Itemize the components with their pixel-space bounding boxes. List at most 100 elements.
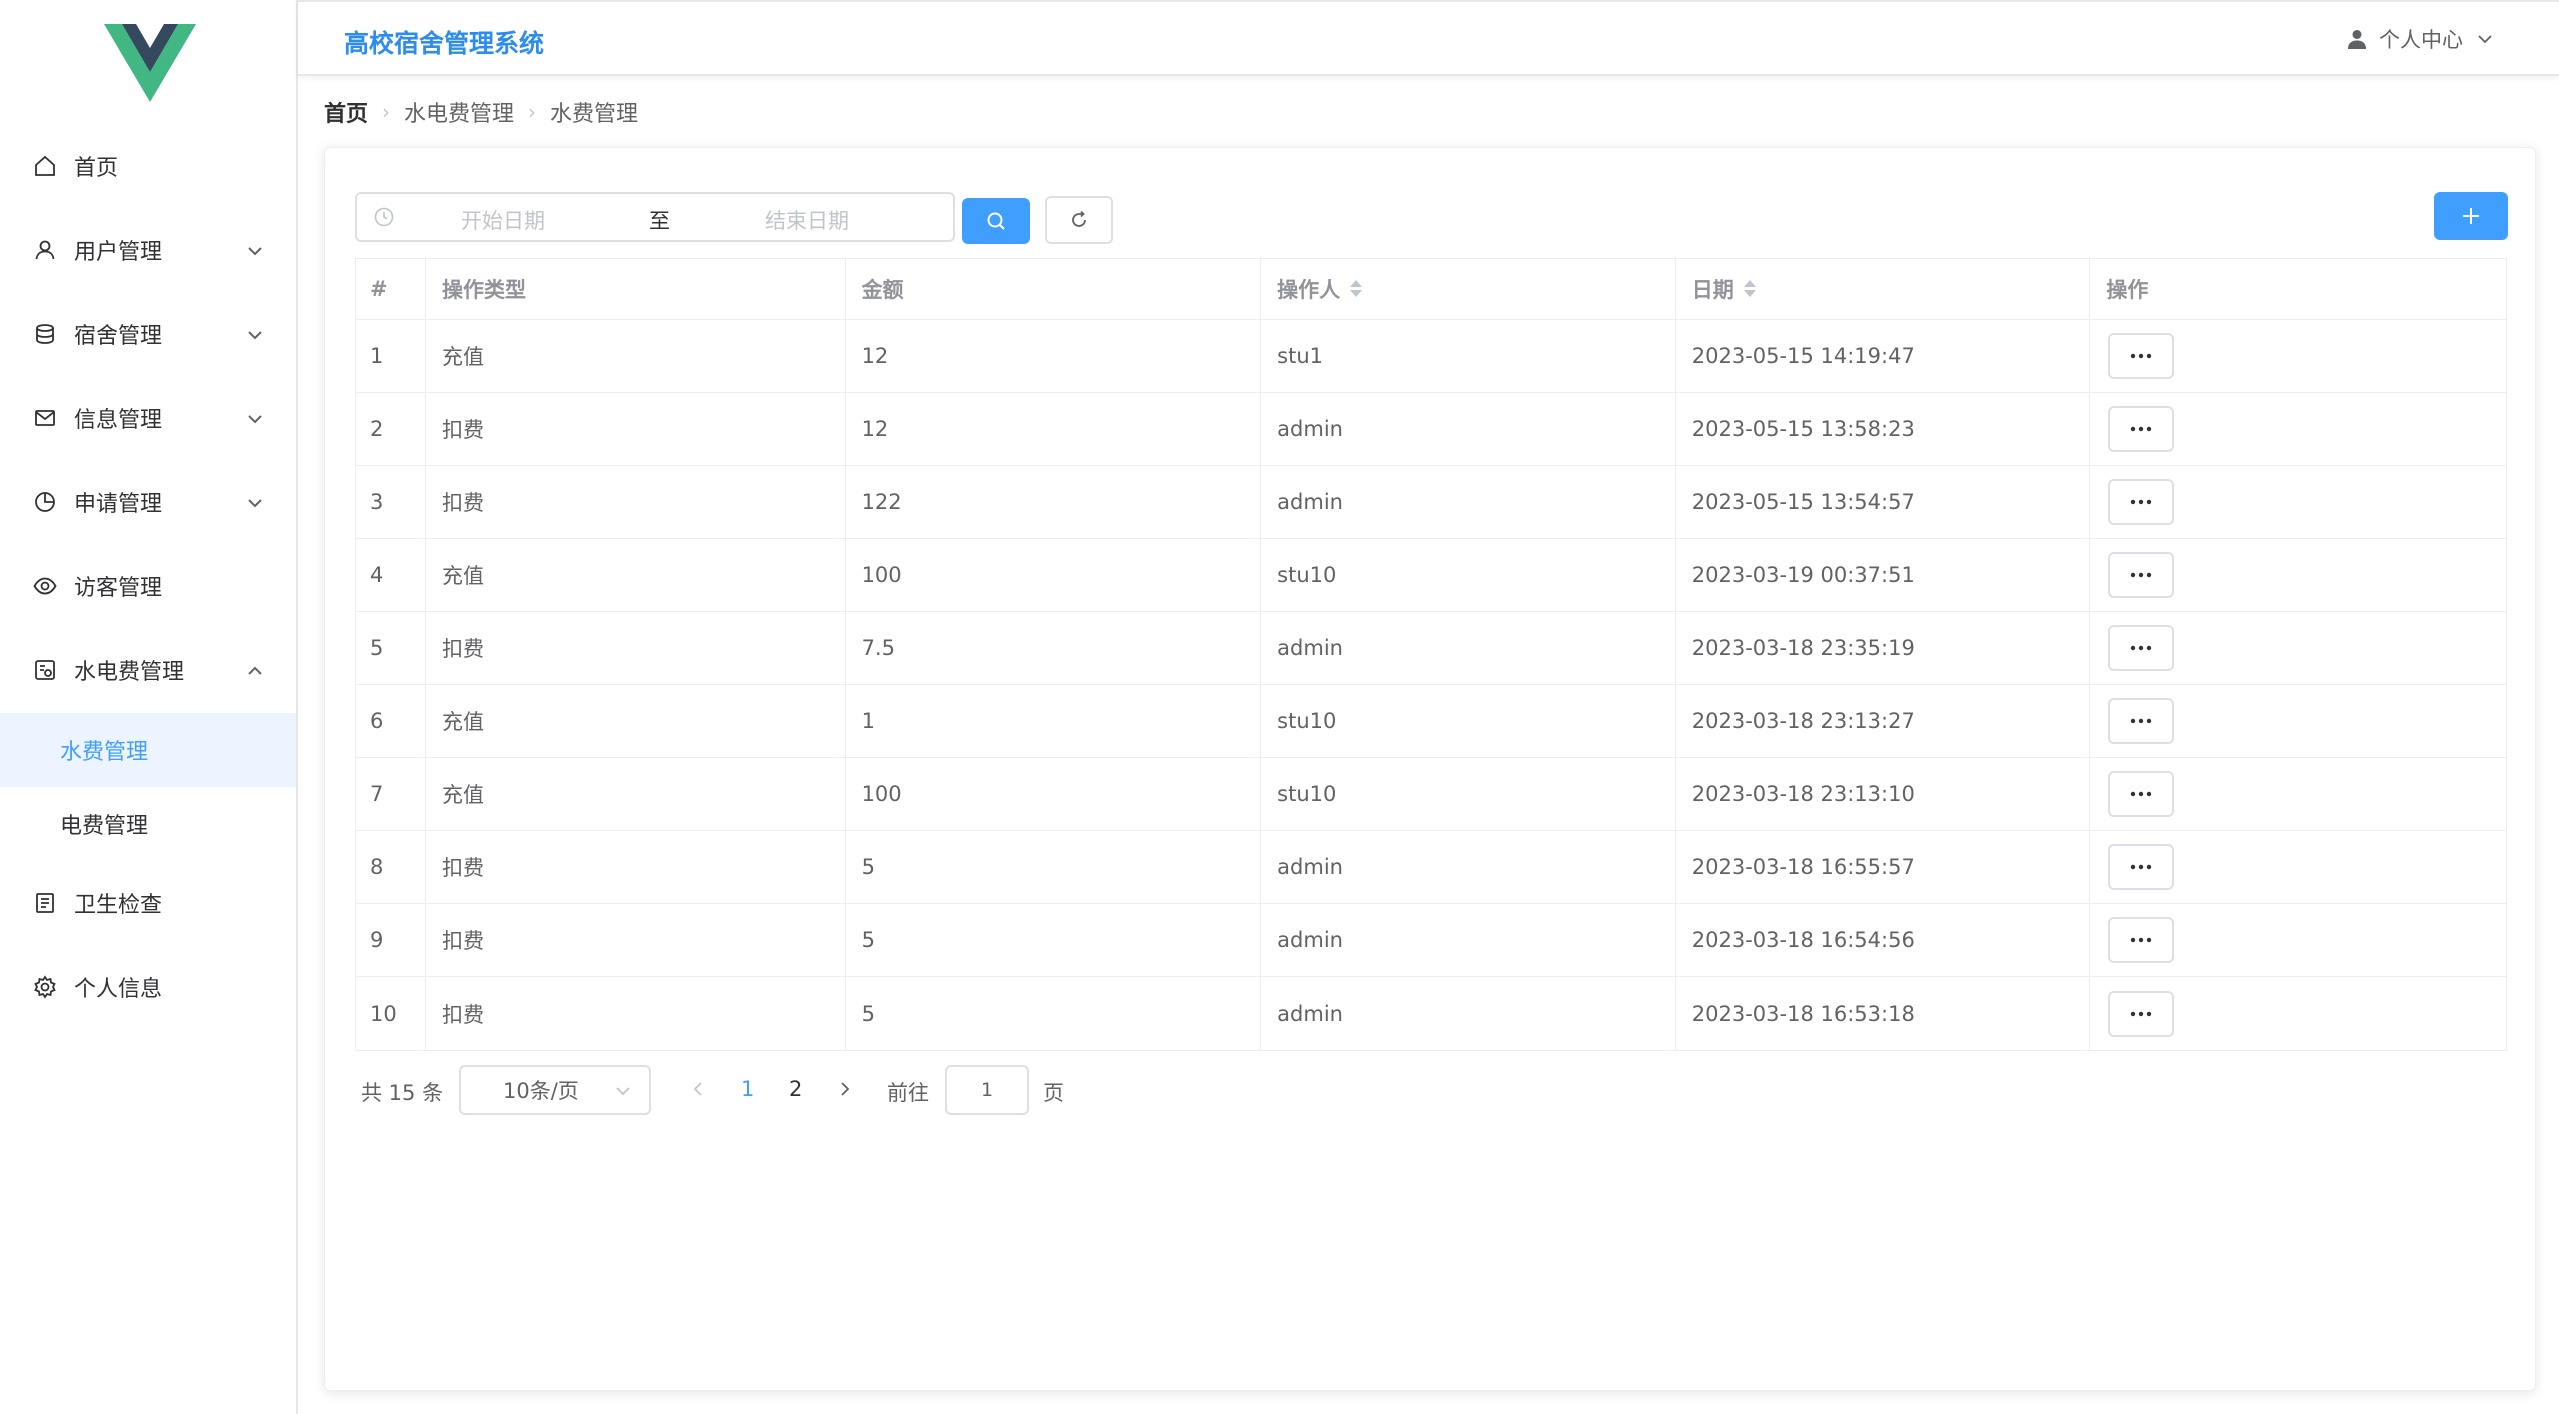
- mail-icon: [32, 405, 58, 431]
- more-actions-button[interactable]: [2108, 479, 2175, 525]
- end-date-input[interactable]: 结束日期: [765, 205, 849, 235]
- more-icon: [2131, 718, 2152, 724]
- chevron-down-icon: [246, 493, 264, 511]
- cell-type: 扣费: [426, 466, 846, 538]
- cell-index: 7: [356, 758, 426, 830]
- sidebar-item-label: 申请管理: [74, 492, 163, 517]
- more-actions-button[interactable]: [2108, 917, 2175, 963]
- more-actions-button[interactable]: [2108, 625, 2175, 671]
- sidebar-item-personal-info[interactable]: 个人信息: [0, 952, 296, 1022]
- sidebar-item-info-management[interactable]: 信息管理: [0, 383, 296, 453]
- start-date-input[interactable]: 开始日期: [461, 205, 545, 235]
- column-header-date[interactable]: 日期: [1676, 259, 2091, 319]
- sidebar-subitem-electricity-fee[interactable]: 电费管理: [0, 787, 296, 861]
- sidebar-item-label: 用户管理: [74, 240, 163, 265]
- sidebar-item-dorm-management[interactable]: 宿舍管理: [0, 299, 296, 369]
- cell-type: 扣费: [426, 612, 846, 684]
- page-size-select[interactable]: 10条/页: [459, 1065, 651, 1115]
- cell-amount: 100: [846, 758, 1262, 830]
- cell-date: 2023-05-15 13:54:57: [1676, 466, 2091, 538]
- pie-chart-icon: [32, 489, 58, 515]
- sort-icon[interactable]: [1743, 278, 1756, 300]
- user-icon: [32, 237, 58, 263]
- column-header-index: #: [356, 259, 426, 319]
- cell-operator: admin: [1261, 612, 1676, 684]
- user-center-dropdown[interactable]: 个人中心: [2345, 24, 2493, 54]
- sidebar-subitem-water-fee[interactable]: 水费管理: [0, 713, 296, 787]
- cell-operator: stu10: [1261, 685, 1676, 757]
- document-icon: [32, 890, 58, 916]
- cell-amount: 7.5: [846, 612, 1262, 684]
- prev-page-icon[interactable]: [691, 1079, 707, 1099]
- sidebar-item-label: 卫生检查: [74, 893, 163, 918]
- vue-logo-icon: [104, 24, 196, 102]
- chevron-down-icon: [2478, 35, 2492, 44]
- refresh-icon: [1072, 210, 1086, 227]
- sort-icon[interactable]: [1350, 278, 1363, 300]
- water-fee-table: # 操作类型 金额 操作人 日期 操作 1 充值 12 stu1 2023-05-15 …: [355, 258, 2507, 1051]
- cell-date: 2023-03-18 23:13:27: [1676, 685, 2091, 757]
- date-range-picker[interactable]: 开始日期 至 结束日期: [355, 192, 955, 242]
- breadcrumb: 首页 › 水电费管理 › 水费管理: [324, 96, 638, 128]
- more-actions-button[interactable]: [2108, 552, 2175, 598]
- sidebar: 首页 用户管理 宿舍管理 信息管理 申请管理 访客管理 水电费管理 水费管理 电…: [0, 0, 298, 1414]
- column-header-actions: 操作: [2106, 278, 2149, 302]
- column-header-operator[interactable]: 操作人: [1261, 259, 1676, 319]
- clock-icon: [374, 207, 394, 227]
- page-number-1[interactable]: 1: [741, 1077, 754, 1101]
- next-page-icon[interactable]: [837, 1079, 853, 1099]
- more-icon: [2131, 499, 2152, 505]
- cell-actions: [2090, 977, 2506, 1050]
- more-actions-button[interactable]: [2108, 333, 2175, 379]
- search-button[interactable]: [962, 198, 1030, 244]
- table-row: 4 充值 100 stu10 2023-03-19 00:37:51: [356, 539, 2506, 612]
- table-row: 8 扣费 5 admin 2023-03-18 16:55:57: [356, 831, 2506, 904]
- goto-page-input[interactable]: [945, 1065, 1029, 1115]
- cell-actions: [2090, 904, 2506, 976]
- cell-operator: admin: [1261, 904, 1676, 976]
- breadcrumb-level1: 水电费管理: [404, 102, 515, 127]
- table-row: 9 扣费 5 admin 2023-03-18 16:54:56: [356, 904, 2506, 977]
- sidebar-item-hygiene-check[interactable]: 卫生检查: [0, 868, 296, 938]
- reset-button[interactable]: [1045, 196, 1113, 244]
- more-actions-button[interactable]: [2108, 844, 2175, 890]
- sidebar-subitem-label: 电费管理: [60, 814, 149, 839]
- breadcrumb-home[interactable]: 首页: [324, 96, 368, 128]
- cell-actions: [2090, 393, 2506, 465]
- cell-date: 2023-03-18 16:54:56: [1676, 904, 2091, 976]
- more-actions-button[interactable]: [2108, 990, 2175, 1037]
- sidebar-item-user-management[interactable]: 用户管理: [0, 215, 296, 285]
- more-actions-button[interactable]: [2108, 406, 2175, 452]
- more-actions-button[interactable]: [2108, 698, 2175, 744]
- table-row: 5 扣费 7.5 admin 2023-03-18 23:35:19: [356, 612, 2506, 685]
- cell-type: 充值: [426, 685, 846, 757]
- cell-index: 9: [356, 904, 426, 976]
- page-suffix: 页: [1043, 1081, 1064, 1105]
- table-body: 1 充值 12 stu1 2023-05-15 14:19:47 2 扣费 12 admin 20…: [356, 320, 2506, 1050]
- user-center-label: 个人中心: [2379, 28, 2463, 52]
- page-number-2[interactable]: 2: [789, 1077, 802, 1101]
- cell-actions: [2090, 831, 2506, 903]
- sidebar-item-application-management[interactable]: 申请管理: [0, 467, 296, 537]
- add-button[interactable]: [2434, 192, 2508, 240]
- chevron-right-icon: ›: [382, 100, 391, 124]
- sidebar-item-label: 个人信息: [74, 977, 163, 1002]
- cell-type: 充值: [426, 539, 846, 611]
- table-row: 1 充值 12 stu1 2023-05-15 14:19:47: [356, 320, 2506, 393]
- sidebar-item-label: 信息管理: [74, 408, 163, 433]
- cell-index: 10: [356, 977, 426, 1050]
- table-row: 3 扣费 122 admin 2023-05-15 13:54:57: [356, 466, 2506, 539]
- cell-operator: admin: [1261, 831, 1676, 903]
- sidebar-item-utility-management[interactable]: 水电费管理: [0, 635, 296, 705]
- cell-amount: 100: [846, 539, 1262, 611]
- cell-index: 2: [356, 393, 426, 465]
- cell-index: 5: [356, 612, 426, 684]
- more-icon: [2131, 426, 2152, 432]
- plus-icon: [2463, 208, 2479, 224]
- sidebar-item-home[interactable]: 首页: [0, 131, 296, 201]
- cell-type: 扣费: [426, 904, 846, 976]
- more-actions-button[interactable]: [2108, 771, 2175, 817]
- breadcrumb-level2: 水费管理: [550, 102, 639, 127]
- cell-actions: [2090, 466, 2506, 538]
- sidebar-item-visitor-management[interactable]: 访客管理: [0, 551, 296, 621]
